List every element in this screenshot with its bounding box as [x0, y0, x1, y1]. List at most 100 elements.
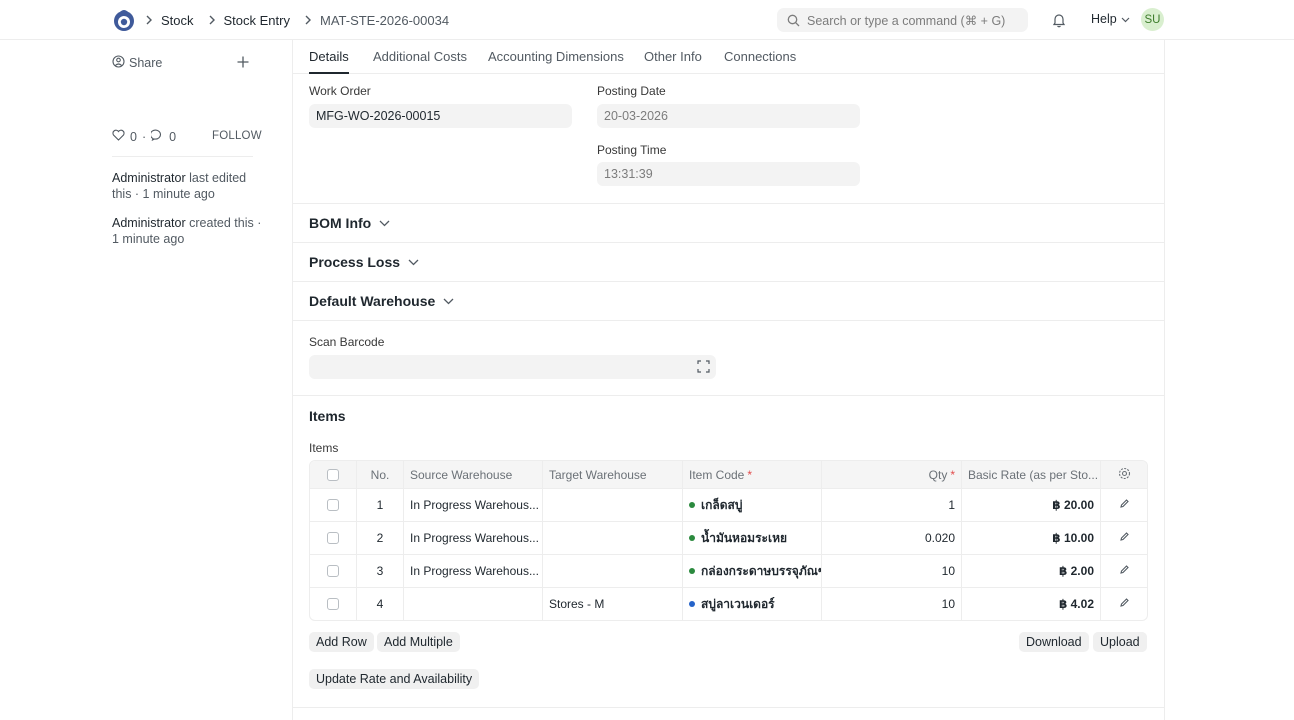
- row-checkbox[interactable]: [327, 499, 339, 511]
- cell-basic-rate[interactable]: ฿ 10.00: [962, 522, 1101, 554]
- app-logo-icon[interactable]: [112, 8, 136, 32]
- process-loss-section[interactable]: Process Loss: [309, 254, 419, 270]
- cell-item-code[interactable]: กล่องกระดาษบรรจุภัณฑ์: [683, 555, 822, 587]
- activity-item: Administrator last edited this · 1 minut…: [112, 170, 262, 202]
- chevron-right-icon: [208, 15, 216, 25]
- cell-target-warehouse[interactable]: [543, 555, 683, 587]
- activity-item: Administrator created this · 1 minute ag…: [112, 215, 262, 247]
- cell-qty-text: 10: [941, 597, 955, 611]
- chevron-right-icon: [145, 15, 153, 25]
- cell-basic-rate-text: ฿ 2.00: [1058, 564, 1094, 578]
- cell-source-warehouse[interactable]: [404, 588, 543, 620]
- cell-basic-rate[interactable]: ฿ 2.00: [962, 555, 1101, 587]
- cell-item-code-text: เกล็ดสบู่: [701, 497, 743, 512]
- row-checkbox[interactable]: [327, 598, 339, 610]
- heart-icon[interactable]: [112, 129, 125, 144]
- search-icon: [787, 14, 800, 27]
- cell-no-text: 3: [376, 564, 384, 578]
- select-all-cell: [310, 461, 357, 488]
- edit-icon[interactable]: [1119, 498, 1130, 512]
- share-icon: [112, 55, 125, 71]
- cell-no-text: 4: [376, 597, 384, 611]
- required-marker: *: [950, 467, 955, 482]
- chevron-down-icon: [1121, 12, 1130, 26]
- help-dropdown[interactable]: Help: [1091, 12, 1130, 26]
- status-dot-icon: [689, 502, 695, 508]
- activity-user[interactable]: Administrator: [112, 216, 186, 230]
- comment-count: 0: [169, 129, 177, 144]
- bell-icon[interactable]: [1051, 12, 1067, 28]
- cell-target-warehouse[interactable]: Stores - M: [543, 588, 683, 620]
- update-rate-button[interactable]: Update Rate and Availability: [309, 669, 480, 689]
- engagement-counts: 0 · 0: [112, 129, 176, 144]
- section-divider: [293, 707, 1164, 708]
- comment-icon[interactable]: [150, 129, 164, 144]
- cell-target-warehouse[interactable]: [543, 489, 683, 521]
- bom-info-section[interactable]: BOM Info: [309, 215, 390, 231]
- activity-user[interactable]: Administrator: [112, 171, 186, 185]
- select-all-checkbox[interactable]: [327, 468, 339, 481]
- download-button[interactable]: Download: [1019, 632, 1089, 652]
- barcode-scan-icon[interactable]: [697, 360, 710, 376]
- cell-source-warehouse[interactable]: In Progress Warehous...: [404, 489, 543, 521]
- table-row[interactable]: 2 In Progress Warehous... น้ำมันหอมระเหย 0.…: [310, 521, 1147, 554]
- tab-other-info[interactable]: Other Info: [644, 49, 702, 64]
- scan-barcode-field[interactable]: [309, 355, 716, 379]
- table-row[interactable]: 4 Stores - M สบู่ลาเวนเดอร์ 10 ฿ 4.02: [310, 587, 1147, 620]
- section-divider: [293, 203, 1164, 204]
- column-qty: Qty *: [822, 461, 962, 488]
- cell-target-warehouse[interactable]: [543, 522, 683, 554]
- cell-no-text: 1: [376, 498, 384, 512]
- breadcrumb-stock-entry[interactable]: Stock Entry: [224, 13, 290, 28]
- cell-item-code[interactable]: น้ำมันหอมระเหย: [683, 522, 822, 554]
- share-button[interactable]: Share: [112, 55, 162, 71]
- cell-source-warehouse[interactable]: In Progress Warehous...: [404, 522, 543, 554]
- add-multiple-button[interactable]: Add Multiple: [377, 632, 460, 652]
- tab-additional-costs[interactable]: Additional Costs: [373, 49, 467, 64]
- cell-basic-rate[interactable]: ฿ 20.00: [962, 489, 1101, 521]
- add-row-button[interactable]: Add Row: [309, 632, 374, 652]
- cell-qty[interactable]: 10: [822, 588, 962, 620]
- items-table: No. Source Warehouse Target Warehouse It…: [309, 460, 1148, 621]
- cell-source-warehouse[interactable]: In Progress Warehous...: [404, 555, 543, 587]
- row-checkbox[interactable]: [327, 565, 339, 577]
- column-item-code-label: Item Code: [689, 467, 745, 482]
- edit-icon[interactable]: [1119, 597, 1130, 611]
- required-marker: *: [747, 467, 753, 482]
- column-settings: [1101, 461, 1147, 488]
- plus-icon[interactable]: [236, 55, 250, 69]
- cell-qty[interactable]: 1: [822, 489, 962, 521]
- default-warehouse-section[interactable]: Default Warehouse: [309, 293, 454, 309]
- cell-item-code[interactable]: สบู่ลาเวนเดอร์: [683, 588, 822, 620]
- table-row[interactable]: 1 In Progress Warehous... เกล็ดสบู่ 1 ฿ 20.0…: [310, 488, 1147, 521]
- follow-button[interactable]: FOLLOW: [212, 130, 262, 142]
- chevron-right-icon: [304, 15, 312, 25]
- cell-item-code-text: สบู่ลาเวนเดอร์: [701, 596, 775, 611]
- row-checkbox[interactable]: [327, 532, 339, 544]
- breadcrumb-document: MAT-STE-2026-00034: [319, 12, 450, 28]
- edit-icon[interactable]: [1119, 564, 1130, 578]
- tab-details[interactable]: Details: [309, 49, 349, 64]
- cell-basic-rate[interactable]: ฿ 4.02: [962, 588, 1101, 620]
- cell-item-code[interactable]: เกล็ดสบู่: [683, 489, 822, 521]
- cell-qty[interactable]: 0.020: [822, 522, 962, 554]
- row-select-cell: [310, 588, 357, 620]
- breadcrumb-stock[interactable]: Stock: [161, 13, 194, 28]
- table-row[interactable]: 3 In Progress Warehous... กล่องกระดาษบรรจุ…: [310, 554, 1147, 587]
- edit-icon[interactable]: [1119, 531, 1130, 545]
- gear-icon[interactable]: [1118, 467, 1131, 483]
- cell-qty[interactable]: 10: [822, 555, 962, 587]
- form-main: Details Additional Costs Accounting Dime…: [292, 40, 1165, 720]
- cell-source-warehouse-text: In Progress Warehous...: [410, 531, 539, 545]
- cell-item-code-text: กล่องกระดาษบรรจุภัณฑ์: [701, 563, 822, 578]
- navbar: Stock Stock Entry MAT-STE-2026-00034 Sea…: [0, 0, 1294, 40]
- avatar[interactable]: SU: [1141, 8, 1164, 31]
- upload-button[interactable]: Upload: [1093, 632, 1147, 652]
- form-tabs: Details Additional Costs Accounting Dime…: [293, 40, 1164, 74]
- tab-connections[interactable]: Connections: [724, 49, 796, 64]
- column-qty-label: Qty: [928, 467, 948, 482]
- cell-basic-rate-text: ฿ 4.02: [1058, 597, 1094, 611]
- tab-accounting-dimensions[interactable]: Accounting Dimensions: [488, 49, 624, 64]
- work-order-field[interactable]: MFG-WO-2026-00015: [309, 104, 572, 128]
- search-input[interactable]: Search or type a command (⌘ + G): [777, 8, 1028, 32]
